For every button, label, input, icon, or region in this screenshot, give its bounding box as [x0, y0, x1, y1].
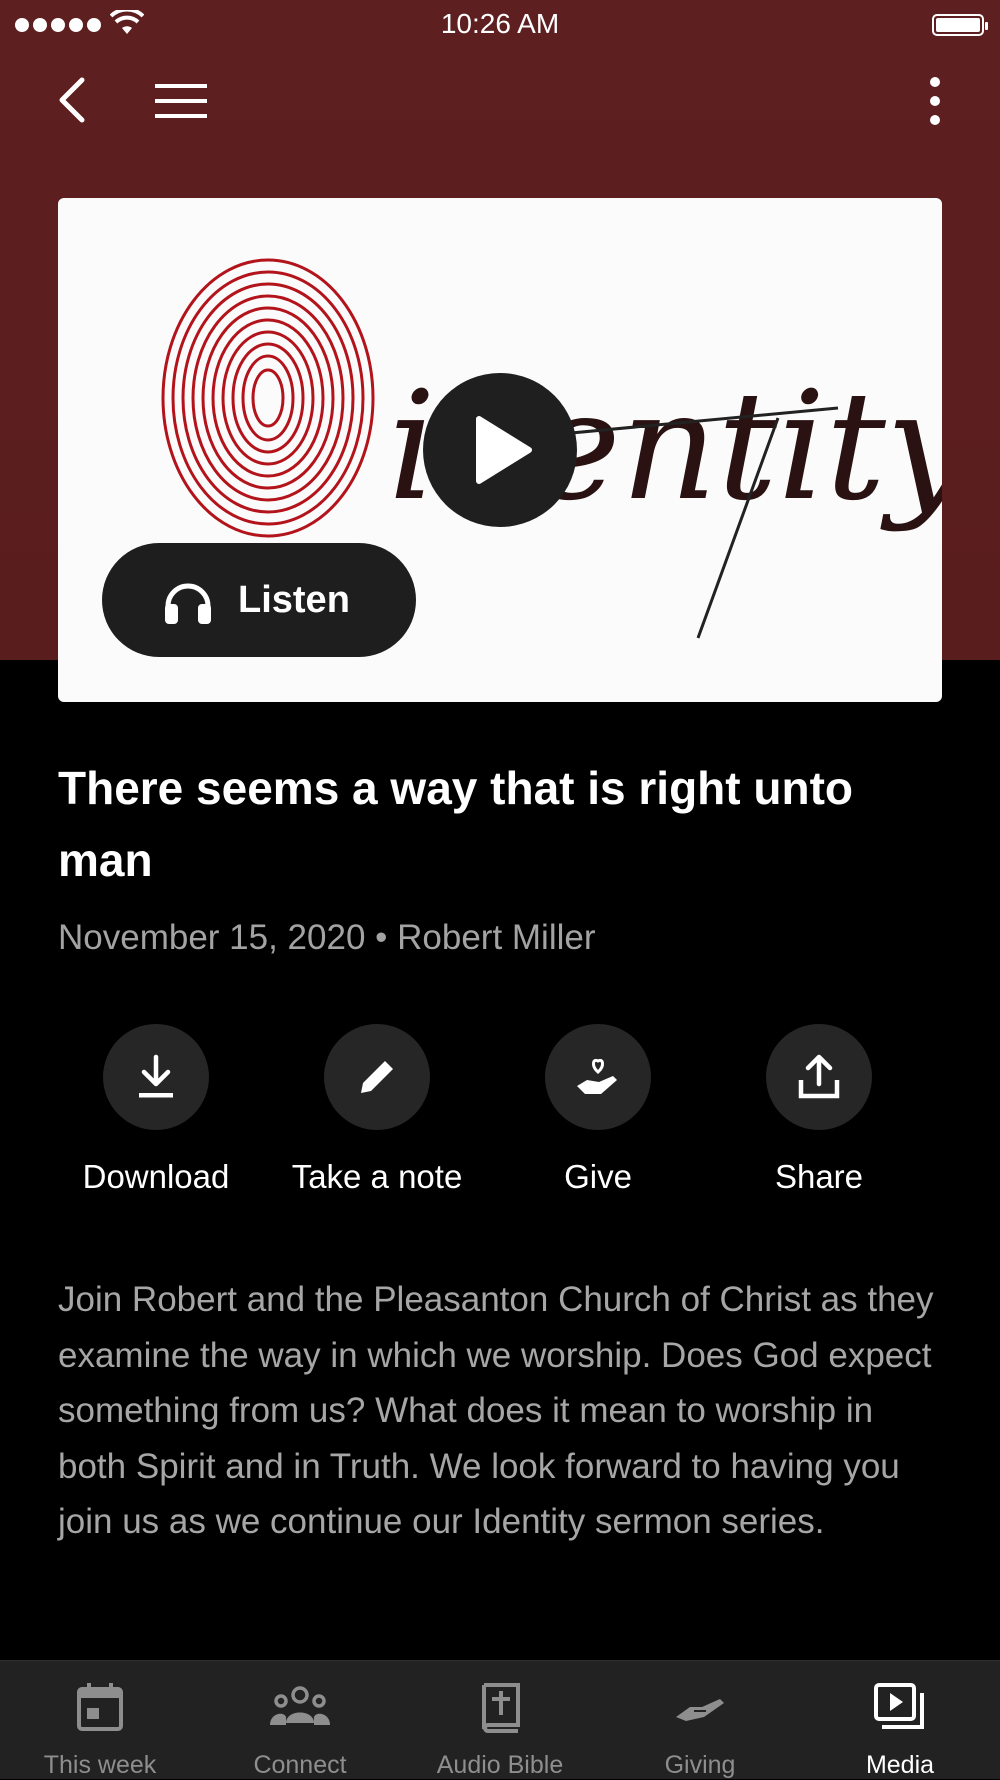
bible-icon: [482, 1683, 520, 1733]
hamburger-menu-icon: [155, 84, 207, 118]
listen-button[interactable]: Listen: [102, 543, 416, 657]
share-button[interactable]: Share: [709, 1024, 929, 1196]
listen-label: Listen: [238, 578, 350, 621]
tab-giving[interactable]: Giving: [600, 1661, 800, 1779]
sermon-description: Join Robert and the Pleasanton Church of…: [58, 1280, 934, 1541]
headphones-icon: [165, 583, 211, 624]
give-button[interactable]: Give: [488, 1024, 708, 1196]
download-label: Download: [82, 1158, 230, 1195]
tab-label: Giving: [664, 1751, 736, 1779]
play-icon: [476, 416, 532, 484]
tab-media[interactable]: Media: [800, 1661, 1000, 1779]
calendar-icon: [77, 1683, 123, 1731]
tab-label: Connect: [253, 1751, 347, 1779]
hand-heart-icon: [577, 1058, 617, 1094]
status-time: 10:26 AM: [440, 8, 560, 39]
sermon-meta: November 15, 2020 • Robert Miller: [58, 918, 596, 957]
sermon-artwork: identity Listen: [58, 198, 942, 702]
take-note-label: Take a note: [291, 1158, 463, 1195]
tab-this-week[interactable]: This week: [0, 1661, 200, 1779]
take-note-circle: [324, 1024, 430, 1130]
more-options-button[interactable]: [920, 70, 950, 132]
media-icon: [874, 1683, 924, 1729]
download-circle: [103, 1024, 209, 1130]
sermon-title: There seems a way that is right unto man: [58, 762, 853, 886]
menu-button[interactable]: [150, 78, 212, 124]
share-icon: [798, 1054, 840, 1099]
take-note-button[interactable]: Take a note: [267, 1024, 487, 1196]
battery-icon: [932, 14, 988, 36]
status-bar: 10:26 AM: [0, 0, 1000, 50]
back-button[interactable]: [52, 70, 102, 130]
chevron-left-icon: [59, 77, 85, 123]
give-circle: [545, 1024, 651, 1130]
giving-hand-icon: [676, 1699, 724, 1721]
play-button[interactable]: [423, 373, 577, 527]
download-icon: [139, 1054, 173, 1098]
action-row: Download Take a note Give Share: [58, 1024, 942, 1204]
tab-label: Audio Bible: [436, 1751, 564, 1779]
tab-connect[interactable]: Connect: [200, 1661, 400, 1779]
tab-label: This week: [43, 1751, 157, 1779]
tab-audio-bible[interactable]: Audio Bible: [400, 1661, 600, 1779]
pencil-icon: [361, 1061, 393, 1093]
give-label: Give: [564, 1158, 632, 1195]
more-vertical-icon: [930, 77, 940, 125]
download-button[interactable]: Download: [46, 1024, 266, 1196]
tab-bar: This week Connect Audio Bible Giving Med…: [0, 1660, 1000, 1779]
people-icon: [270, 1686, 330, 1725]
share-circle: [766, 1024, 872, 1130]
tab-label: Media: [865, 1751, 935, 1779]
share-label: Share: [774, 1158, 864, 1195]
